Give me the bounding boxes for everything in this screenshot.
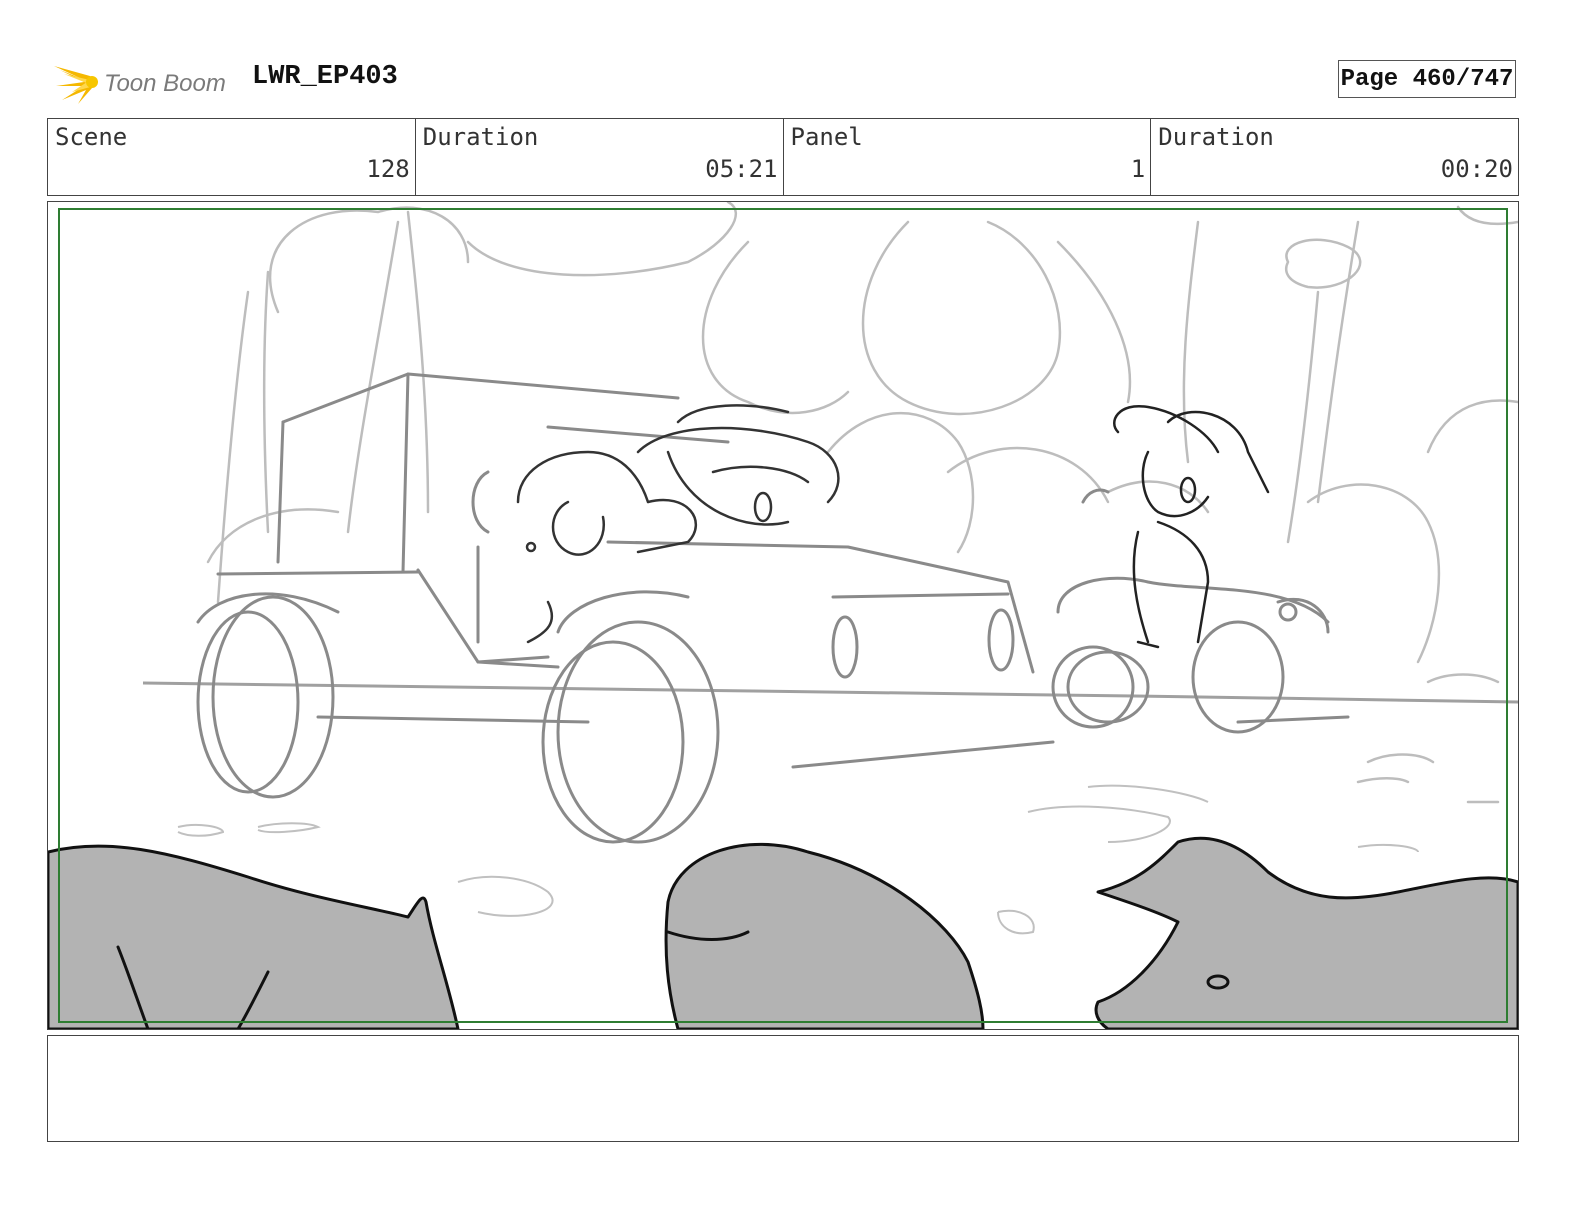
panel-notes-box	[47, 1035, 1519, 1142]
info-row: Scene 128 Duration 05:21 Panel 1 Duratio…	[47, 118, 1519, 196]
scene-duration-cell: Duration 05:21	[416, 119, 784, 195]
jeep-sketch	[196, 372, 1055, 844]
panel-cell: Panel 1	[784, 119, 1152, 195]
foreground-animals	[48, 836, 1518, 1029]
panel-duration-label: Duration	[1158, 123, 1274, 151]
panel-duration-value: 00:20	[1440, 155, 1513, 183]
scene-value: 128	[366, 155, 410, 183]
storyboard-sketch	[48, 202, 1518, 1029]
horizon-line	[142, 681, 1518, 704]
toon-boom-logo: Toon Boom	[50, 56, 240, 108]
jeep-characters-sketch	[516, 404, 840, 644]
scene-duration-label: Duration	[422, 123, 539, 151]
atv-rider-sketch	[1113, 404, 1270, 649]
panel-duration-cell: Duration 00:20	[1151, 119, 1518, 195]
panel-label: Panel	[790, 123, 863, 151]
scene-duration-value: 05:21	[705, 155, 778, 183]
project-title: LWR_EP403	[252, 62, 398, 92]
logo-text: Toon Boom	[104, 70, 226, 97]
page-indicator: Page 460/747	[1338, 60, 1516, 98]
toon-boom-logo-graphic: Toon Boom	[54, 66, 226, 104]
storyboard-panel	[47, 201, 1519, 1030]
scene-cell: Scene 128	[48, 119, 416, 195]
panel-value: 1	[1130, 155, 1146, 183]
starburst-icon	[54, 66, 98, 104]
scene-label: Scene	[55, 123, 128, 151]
